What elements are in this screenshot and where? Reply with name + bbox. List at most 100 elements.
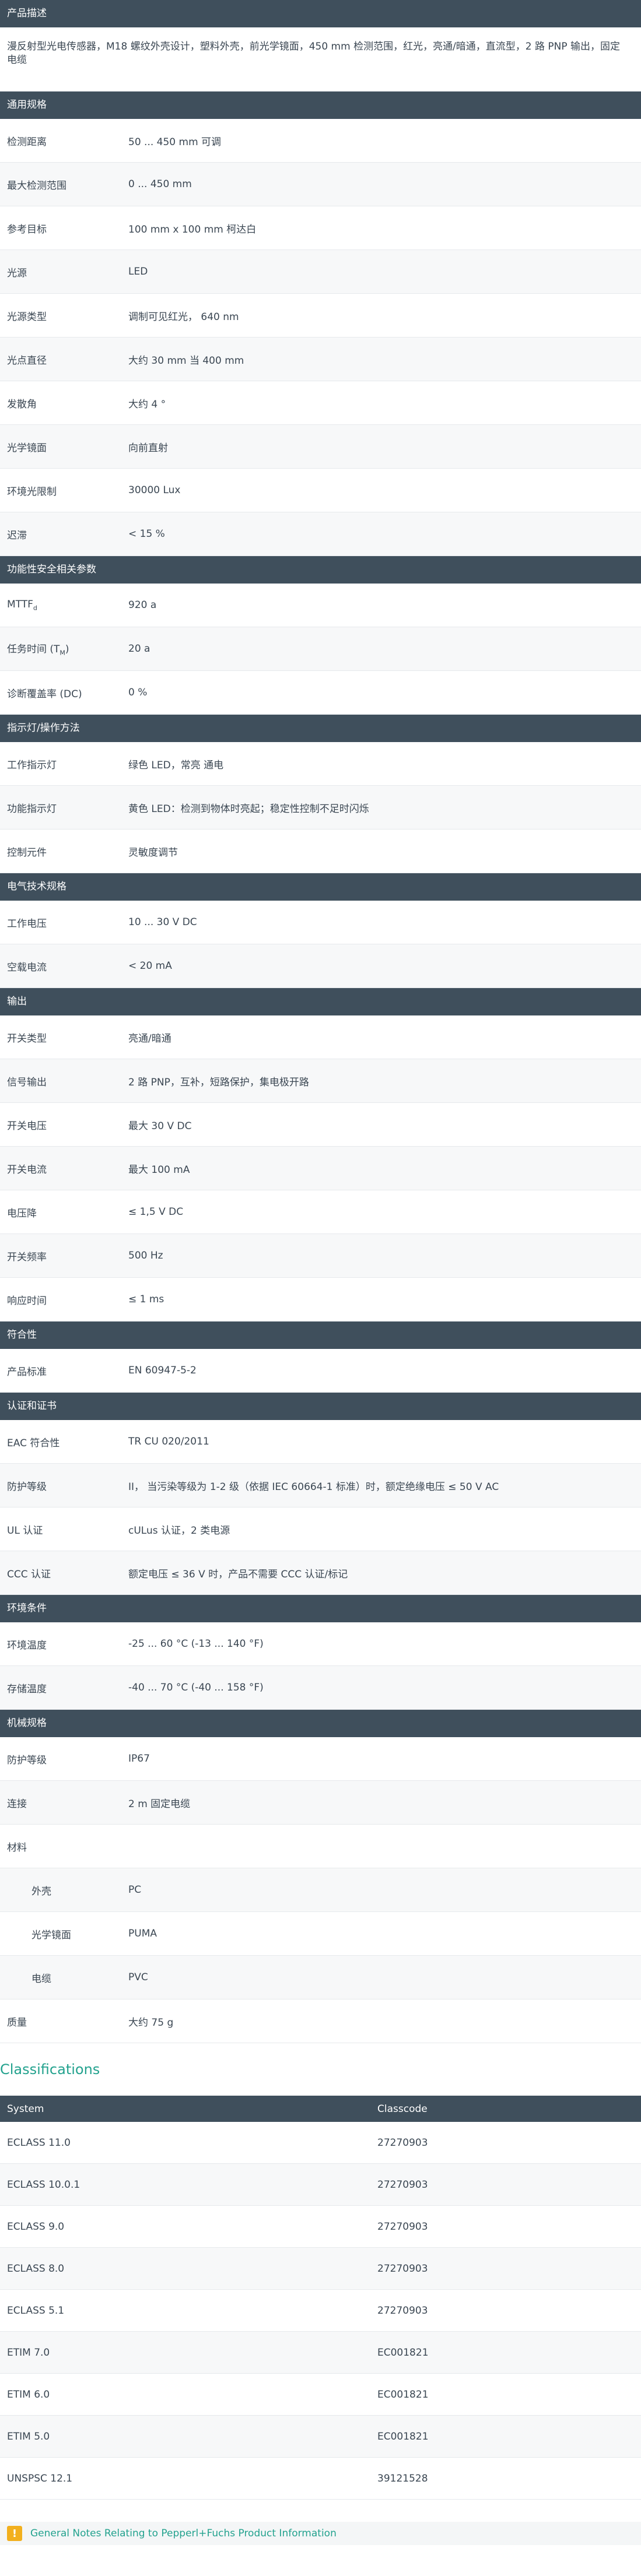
classcode-cell: EC001821 [377, 2346, 429, 2359]
spec-value: 20 a [128, 643, 150, 655]
spec-value: 2 m 固定电缆 [128, 1798, 191, 1810]
system-cell: ETIM 6.0 [7, 2388, 50, 2401]
spec-value: 最大 30 V DC [128, 1120, 192, 1132]
spec-label: 工作指示灯 [7, 759, 57, 771]
classcode-cell: EC001821 [377, 2388, 429, 2401]
spec-label: 参考目标 [7, 223, 47, 236]
spec-value: IP67 [128, 1753, 150, 1765]
spec-value: TR CU 020/2011 [128, 1436, 209, 1447]
spec-label: 迟滞 [7, 529, 27, 542]
spec-value: 向前直射 [128, 442, 168, 454]
classcode-cell: 27270903 [377, 2220, 428, 2233]
section-header-functional-safety: 功能性安全相关参数 [0, 556, 641, 584]
table-row: ECLASS 5.1 27270903 [0, 2290, 641, 2332]
warning-icon: ! [7, 2526, 22, 2541]
spec-value: 绿色 LED，常亮 通电 [128, 759, 224, 771]
spec-label: 外壳 [31, 1885, 51, 1897]
spec-value: 黄色 LED：检测到物体时亮起；稳定性控制不足时闪烁 [128, 803, 369, 815]
spec-label: 工作电压 [7, 918, 47, 930]
spec-label: 光点直径 [7, 354, 47, 367]
spec-label: 最大检测范围 [7, 180, 66, 192]
spec-label: 连接 [7, 1798, 27, 1810]
spec-value: 2 路 PNP，互补，短路保护，集电极开路 [128, 1076, 309, 1088]
tm-label-close: ) [65, 644, 69, 656]
table-row: ECLASS 11.0 27270903 [0, 2122, 641, 2164]
table-row: UNSPSC 12.1 39121528 [0, 2458, 641, 2500]
spec-label: 产品标准 [7, 1366, 47, 1378]
spec-label: 光学镜面 [7, 442, 47, 454]
spec-row: 诊断覆盖率 (DC) 0 % [0, 671, 641, 715]
table-row: ECLASS 9.0 27270903 [0, 2206, 641, 2248]
table-row: ETIM 7.0 EC001821 [0, 2332, 641, 2374]
spec-row: EAC 符合性 TR CU 020/2011 [0, 1420, 641, 1464]
spec-label: CCC 认证 [7, 1568, 51, 1580]
spec-label: 材料 [7, 1841, 27, 1854]
spec-label: 电缆 [31, 1973, 51, 1985]
spec-row: 参考目标 100 mm x 100 mm 柯达白 [0, 206, 641, 250]
spec-row: 产品标准 EN 60947-5-2 [0, 1349, 641, 1393]
spec-row: 功能指示灯 黄色 LED：检测到物体时亮起；稳定性控制不足时闪烁 [0, 786, 641, 830]
spec-row: 光源 LED [0, 250, 641, 294]
spec-value: PC [128, 1884, 142, 1896]
spec-subrow: 光学镜面 PUMA [0, 1912, 641, 1956]
spec-value: 大约 4 ° [128, 398, 166, 410]
section-header-ambient: 环境条件 [0, 1595, 641, 1622]
spec-value: 亮通/暗通 [128, 1032, 171, 1045]
spec-value: LED [128, 266, 148, 277]
general-notes-link[interactable]: General Notes Relating to Pepperl+Fuchs … [30, 2528, 337, 2539]
spec-value: 灵敏度调节 [128, 846, 178, 859]
section-header-approvals: 认证和证书 [0, 1393, 641, 1420]
spec-value: 大约 75 g [128, 2016, 174, 2029]
spec-label: 诊断覆盖率 (DC) [7, 688, 82, 700]
system-cell: ECLASS 5.1 [7, 2304, 65, 2317]
spec-value: ≤ 1 ms [128, 1294, 164, 1305]
classcode-cell: 39121528 [377, 2472, 428, 2484]
spec-row-material: 材料 [0, 1825, 641, 1868]
spec-value: 调制可见红光， 640 nm [128, 311, 239, 323]
column-header-classcode: Classcode [377, 2103, 428, 2115]
classcode-cell: 27270903 [377, 2304, 428, 2317]
spec-label: 光源类型 [7, 311, 47, 323]
spec-value: 最大 100 mA [128, 1164, 190, 1176]
spec-value: ≤ 1,5 V DC [128, 1206, 184, 1218]
system-cell: ETIM 7.0 [7, 2346, 50, 2359]
spec-row: 开关电压 最大 30 V DC [0, 1103, 641, 1147]
spec-row: 响应时间 ≤ 1 ms [0, 1278, 641, 1322]
spec-label: 存储温度 [7, 1683, 47, 1695]
section-header-mechanical: 机械规格 [0, 1710, 641, 1737]
spec-label: 防护等级 [7, 1754, 47, 1766]
section-header-output: 输出 [0, 988, 641, 1015]
spec-label: 开关频率 [7, 1251, 47, 1263]
spec-row: 工作指示灯 绿色 LED，常亮 通电 [0, 742, 641, 786]
spec-value: 100 mm x 100 mm 柯达白 [128, 223, 257, 236]
spec-label: 信号输出 [7, 1076, 47, 1088]
spec-value: 30000 Lux [128, 484, 181, 496]
tm-subscript: M [59, 649, 65, 657]
spec-label: 环境光限制 [7, 486, 57, 498]
section-header-general: 通用规格 [0, 92, 641, 119]
spec-label: 开关电压 [7, 1120, 47, 1132]
spec-value: 50 ... 450 mm 可调 [128, 136, 222, 148]
spec-row: 存储温度 -40 ... 70 °C (-40 ... 158 °F) [0, 1666, 641, 1710]
spec-row: 防护等级 II， 当污染等级为 1-2 级（依据 IEC 60664-1 标准）时… [0, 1464, 641, 1507]
system-cell: ECLASS 11.0 [7, 2136, 71, 2149]
table-row: ETIM 5.0 EC001821 [0, 2416, 641, 2458]
spec-row: 质量 大约 75 g [0, 1999, 641, 2043]
product-description: 漫反射型光电传感器，M18 螺纹外壳设计，塑料外壳，前光学镜面，450 mm 检… [0, 27, 641, 92]
spec-label: 环境温度 [7, 1639, 47, 1651]
classcode-cell: 27270903 [377, 2262, 428, 2275]
table-row: ETIM 6.0 EC001821 [0, 2374, 641, 2416]
section-header-indicators: 指示灯/操作方法 [0, 715, 641, 742]
general-notes-bar[interactable]: ! General Notes Relating to Pepperl+Fuch… [0, 2522, 641, 2545]
spec-row: 电压降 ≤ 1,5 V DC [0, 1190, 641, 1234]
spec-row: 任务时间 (TM) 20 a [0, 627, 641, 671]
spec-row: UL 认证 cULus 认证，2 类电源 [0, 1507, 641, 1551]
column-header-system: System [7, 2103, 44, 2115]
spec-row: 检测距离 50 ... 450 mm 可调 [0, 119, 641, 163]
section-header-conformity: 符合性 [0, 1322, 641, 1349]
spec-label: 任务时间 (TM) [0, 641, 122, 656]
spec-value: < 20 mA [128, 960, 172, 972]
spec-value: 920 a [128, 599, 157, 611]
mttf-label: MTTF [7, 598, 33, 610]
classifications-header: System Classcode [0, 2096, 641, 2122]
